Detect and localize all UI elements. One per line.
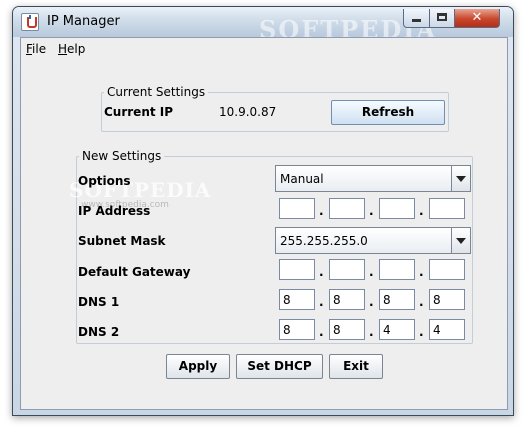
maximize-button[interactable] [429, 9, 455, 28]
current-ip-label: Current IP [104, 105, 174, 119]
dns1-label: DNS 1 [78, 295, 120, 309]
gateway-dot-3: . [419, 265, 424, 279]
dns1-dot-1: . [319, 295, 324, 309]
menu-help[interactable]: Help [58, 42, 85, 56]
dns1-octet-1[interactable] [279, 289, 315, 310]
dns2-label: DNS 2 [78, 325, 120, 339]
dns2-octet-1[interactable] [279, 319, 315, 340]
options-selected-value: Manual [280, 172, 324, 186]
set-dhcp-button[interactable]: Set DHCP [236, 354, 323, 379]
gateway-octet-4[interactable] [429, 259, 465, 280]
dns2-octet-2[interactable] [329, 319, 365, 340]
close-icon: ✕ [471, 10, 483, 25]
dns1-octet-3[interactable] [379, 289, 415, 310]
dns2-octet-3[interactable] [379, 319, 415, 340]
gateway-octet-3[interactable] [379, 259, 415, 280]
ip-dot-3: . [419, 204, 424, 218]
ip-manager-window: IP Manager SOFTPEDIA ✕ File Help Current… [12, 6, 514, 416]
default-gateway-label: Default Gateway [78, 265, 191, 279]
refresh-button[interactable]: Refresh [331, 100, 445, 125]
chevron-down-icon[interactable] [451, 228, 470, 253]
dns1-dot-3: . [419, 295, 424, 309]
minimize-icon [412, 19, 421, 22]
dns2-dot-1: . [319, 325, 324, 339]
chevron-down-icon[interactable] [451, 166, 470, 191]
menu-bar: File Help [21, 38, 507, 60]
java-app-icon [21, 13, 39, 31]
window-title: IP Manager [47, 14, 120, 29]
ip-address-label: IP Address [78, 204, 151, 218]
ip-octet-1[interactable] [279, 198, 315, 219]
subnet-mask-label: Subnet Mask [78, 234, 166, 248]
apply-button[interactable]: Apply [166, 354, 230, 379]
maximize-icon [437, 13, 447, 21]
subnet-mask-dropdown[interactable]: 255.255.255.0 [275, 227, 471, 254]
gateway-octet-1[interactable] [279, 259, 315, 280]
ip-dot-2: . [369, 204, 374, 218]
dns1-octet-2[interactable] [329, 289, 365, 310]
dns2-octet-4[interactable] [429, 319, 465, 340]
exit-button[interactable]: Exit [329, 354, 383, 379]
dns2-dot-2: . [369, 325, 374, 339]
title-bar[interactable]: IP Manager SOFTPEDIA ✕ [13, 7, 513, 44]
menu-file[interactable]: File [26, 42, 46, 56]
ip-octet-3[interactable] [379, 198, 415, 219]
dns2-dot-3: . [419, 325, 424, 339]
options-dropdown[interactable]: Manual [275, 165, 471, 192]
gateway-dot-2: . [369, 265, 374, 279]
current-ip-value: 10.9.0.87 [219, 105, 277, 119]
gateway-octet-2[interactable] [329, 259, 365, 280]
ip-dot-1: . [319, 204, 324, 218]
new-settings-legend: New Settings [82, 149, 162, 163]
gateway-dot-1: . [319, 265, 324, 279]
minimize-button[interactable] [403, 9, 430, 28]
dns1-dot-2: . [369, 295, 374, 309]
ip-octet-4[interactable] [429, 198, 465, 219]
dns1-octet-4[interactable] [429, 289, 465, 310]
current-settings-legend: Current Settings [107, 85, 206, 99]
options-label: Options [78, 174, 131, 188]
close-button[interactable]: ✕ [454, 9, 500, 28]
client-area: File Help Current Settings Current IP 10… [20, 37, 508, 410]
ip-octet-2[interactable] [329, 198, 365, 219]
subnet-mask-selected-value: 255.255.255.0 [280, 234, 368, 248]
